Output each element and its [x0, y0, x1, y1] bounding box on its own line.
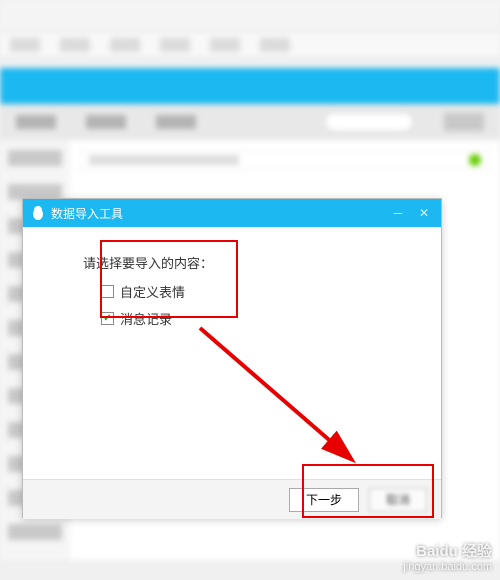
close-icon[interactable]: ✕ — [415, 206, 433, 220]
prompt-label: 请选择要导入的内容： — [83, 253, 421, 272]
option-custom-emoji[interactable]: 自定义表情 — [83, 282, 421, 301]
cancel-button[interactable]: 取消 — [369, 488, 427, 512]
dialog-titlebar: 数据导入工具 ─ ✕ — [23, 199, 441, 227]
next-button[interactable]: 下一步 — [289, 488, 359, 512]
checkbox-custom-emoji[interactable] — [101, 285, 114, 298]
minimize-icon[interactable]: ─ — [389, 206, 407, 220]
watermark-brand: Baidu 经验 — [403, 543, 492, 561]
option-message-history[interactable]: 消息记录 — [83, 309, 421, 328]
watermark: Baidu 经验 jingyan.baidu.com — [403, 543, 492, 574]
watermark-url: jingyan.baidu.com — [403, 561, 492, 574]
dialog-body: 请选择要导入的内容： 自定义表情 消息记录 — [23, 227, 441, 479]
option-label: 自定义表情 — [120, 282, 185, 301]
dialog-title-text: 数据导入工具 — [51, 205, 123, 222]
option-label: 消息记录 — [120, 309, 172, 328]
dialog-footer: 下一步 取消 — [23, 479, 441, 519]
qq-penguin-icon — [31, 205, 45, 221]
checkbox-message-history[interactable] — [101, 312, 114, 325]
import-dialog: 数据导入工具 ─ ✕ 请选择要导入的内容： 自定义表情 消息记录 下一步 取消 — [22, 198, 442, 518]
